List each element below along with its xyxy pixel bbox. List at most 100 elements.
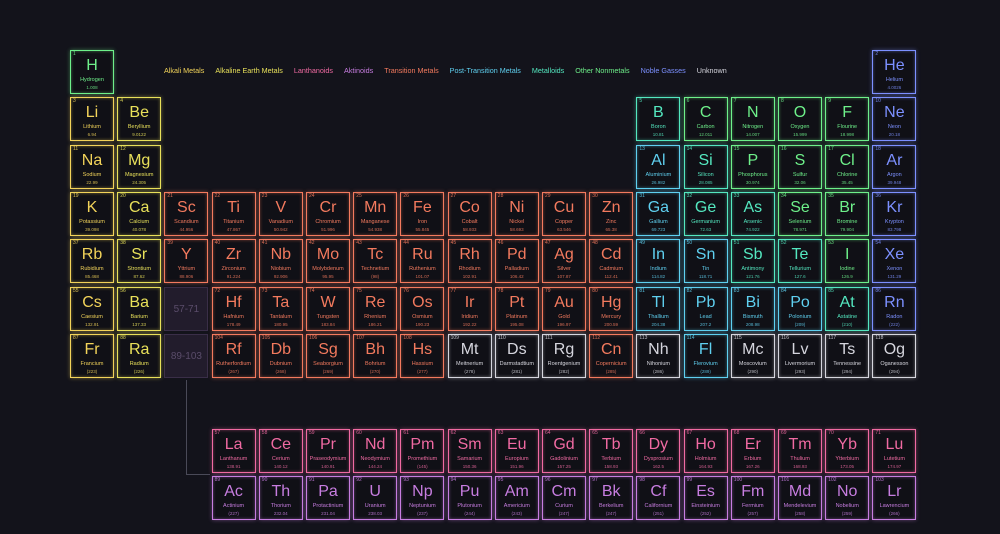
legend-post[interactable]: Post-Transition Metals [450, 66, 521, 80]
element-es[interactable]: 99 Es Einsteinium (252) [683, 475, 728, 520]
legend-unknown[interactable]: Unknown [697, 66, 727, 80]
element-ba[interactable]: 56 Ba Barium 137.33 [117, 286, 162, 331]
legend-alkaline[interactable]: Alkaline Earth Metals [215, 66, 283, 80]
element-ra[interactable]: 88 Ra Radium (226) [117, 333, 162, 378]
element-pr[interactable]: 59 Pr Praseodymium 140.91 [306, 428, 350, 473]
element-hs[interactable]: 108 Hs Hassium (277) [400, 333, 445, 378]
element-pt[interactable]: 78 Pt Platinum 195.08 [494, 286, 539, 331]
element-re[interactable]: 75 Re Rhenium 186.21 [353, 286, 398, 331]
element-pu[interactable]: 94 Pu Plutonium (244) [447, 475, 492, 520]
element-u[interactable]: 92 U Uranium 238.03 [353, 475, 398, 520]
element-am[interactable]: 95 Am Americium (243) [494, 475, 539, 520]
element-y[interactable]: 39 Y Yttrium 88.906 [164, 239, 209, 284]
element-ge[interactable]: 32 Ge Germanium 72.63 [683, 191, 728, 236]
element-cu[interactable]: 29 Cu Copper 63.546 [542, 191, 586, 236]
element-p[interactable]: 15 P Phosphorus 30.974 [730, 144, 775, 189]
element-cs[interactable]: 55 Cs Caesium 132.91 [70, 286, 114, 331]
element-br[interactable]: 35 Br Bromine 79.904 [825, 191, 870, 236]
element-in[interactable]: 49 In Indium 114.82 [636, 239, 681, 284]
element-rf[interactable]: 104 Rf Rutherfordium (267) [211, 333, 256, 378]
element-mt[interactable]: 109 Mt Meitnerium (278) [447, 333, 492, 378]
element-lu[interactable]: 71 Lu Lutetium 174.97 [872, 428, 917, 473]
element-se[interactable]: 34 Se Selenium 78.971 [778, 191, 822, 236]
element-pb[interactable]: 82 Pb Lead 207.2 [683, 286, 728, 331]
element-cd[interactable]: 48 Cd Cadmium 112.41 [589, 239, 634, 284]
element-la[interactable]: 57 La Lanthanum 138.91 [211, 428, 256, 473]
element-au[interactable]: 79 Au Gold 196.97 [542, 286, 586, 331]
legend-metalloid[interactable]: Metalloids [532, 66, 564, 80]
element-rg[interactable]: 111 Rg Roentgenium (282) [542, 333, 586, 378]
element-he[interactable]: 2 He Helium 4.0026 [872, 50, 917, 94]
legend-lanthanoid[interactable]: Lanthanoids [294, 66, 333, 80]
element-sm[interactable]: 62 Sm Samarium 150.36 [447, 428, 492, 473]
element-te[interactable]: 52 Te Tellurium 127.6 [778, 239, 822, 284]
legend-nonmetal[interactable]: Other Nonmetals [575, 66, 629, 80]
legend-noble[interactable]: Noble Gasses [641, 66, 686, 80]
element-dy[interactable]: 66 Dy Dysprosium 162.5 [636, 428, 681, 473]
element-nh[interactable]: 113 Nh Nihonium (286) [636, 333, 681, 378]
element-ho[interactable]: 67 Ho Holmium 164.93 [683, 428, 728, 473]
element-nd[interactable]: 60 Nd Neodymium 144.24 [353, 428, 398, 473]
element-rn[interactable]: 86 Rn Radon (222) [872, 286, 917, 331]
element-pm[interactable]: 61 Pm Promethium (145) [400, 428, 445, 473]
element-fm[interactable]: 100 Fm Fermium (257) [730, 475, 775, 520]
element-sn[interactable]: 50 Sn Tin 118.71 [683, 239, 728, 284]
element-ac[interactable]: 89 Ac Actinium (227) [211, 475, 256, 520]
element-li[interactable]: 3 Li Lithium 6.94 [70, 97, 114, 142]
element-ir[interactable]: 77 Ir Iridium 192.22 [447, 286, 492, 331]
element-ti[interactable]: 22 Ti Titanium 47.867 [211, 191, 256, 236]
element-w[interactable]: 74 W Tungsten 183.84 [306, 286, 350, 331]
element-lr[interactable]: 103 Lr Lawrencium (266) [872, 475, 917, 520]
element-cf[interactable]: 98 Cf Californium (251) [636, 475, 681, 520]
element-nb[interactable]: 41 Nb Niobium 92.906 [258, 239, 303, 284]
legend-alkali[interactable]: Alkali Metals [164, 66, 204, 80]
element-ca[interactable]: 20 Ca Calcium 40.078 [117, 191, 162, 236]
element-ce[interactable]: 58 Ce Cerium 140.12 [258, 428, 303, 473]
element-h[interactable]: 1 H Hydrogen 1.008 [70, 50, 114, 94]
element-fe[interactable]: 26 Fe Iron 55.845 [400, 191, 445, 236]
element-co[interactable]: 27 Co Cobalt 58.933 [447, 191, 492, 236]
element-o[interactable]: 8 O Oxygen 15.999 [778, 97, 822, 142]
element-ag[interactable]: 47 Ag Silver 107.87 [542, 239, 586, 284]
element-s[interactable]: 16 S Sulfur 32.06 [778, 144, 822, 189]
element-si[interactable]: 14 Si Silicon 28.085 [683, 144, 728, 189]
element-md[interactable]: 101 Md Mendelevium (258) [778, 475, 822, 520]
element-f[interactable]: 9 F Flourine 18.998 [825, 97, 870, 142]
element-hg[interactable]: 80 Hg Mercury 200.59 [589, 286, 634, 331]
element-db[interactable]: 105 Db Dubnium (268) [258, 333, 303, 378]
element-cl[interactable]: 17 Cl Chlorine 35.45 [825, 144, 870, 189]
element-bk[interactable]: 97 Bk Berkelium (247) [589, 475, 634, 520]
element-fr[interactable]: 87 Fr Francium (223) [70, 333, 114, 378]
element-mn[interactable]: 25 Mn Manganese 54.938 [353, 191, 398, 236]
element-al[interactable]: 13 Al Aluminium 26.982 [636, 144, 681, 189]
element-v[interactable]: 23 V Vanadium 50.942 [258, 191, 303, 236]
element-zn[interactable]: 30 Zn Zinc 65.38 [589, 191, 634, 236]
element-yb[interactable]: 70 Yb Ytterbium 173.05 [825, 428, 870, 473]
element-sb[interactable]: 51 Sb Antimony 121.76 [730, 239, 775, 284]
element-as[interactable]: 33 As Arsenic 74.922 [730, 191, 775, 236]
element-k[interactable]: 19 K Potassium 39.098 [70, 191, 114, 236]
element-ni[interactable]: 28 Ni Nickel 58.693 [494, 191, 539, 236]
element-rh[interactable]: 45 Rh Rhodium 102.91 [447, 239, 492, 284]
element-sc[interactable]: 21 Sc Scandium 44.956 [164, 191, 209, 236]
legend-transition[interactable]: Transition Metals [384, 66, 438, 80]
element-zr[interactable]: 40 Zr Zirconium 91.224 [211, 239, 256, 284]
element-be[interactable]: 4 Be Beryllium 9.0122 [117, 97, 162, 142]
element-no[interactable]: 102 No Nobelium (259) [825, 475, 870, 520]
element-ga[interactable]: 31 Ga Gallium 69.723 [636, 191, 681, 236]
element-sg[interactable]: 106 Sg Seaborgium (269) [306, 333, 350, 378]
element-ta[interactable]: 73 Ta Tantalum 180.95 [258, 286, 303, 331]
element-c[interactable]: 6 C Carbon 12.011 [683, 97, 728, 142]
element-mg[interactable]: 12 Mg Magnesium 24.305 [117, 144, 162, 189]
element-og[interactable]: 118 Og Oganesson (294) [872, 333, 917, 378]
element-lv[interactable]: 116 Lv Livermorium (293) [778, 333, 822, 378]
legend-actinoid[interactable]: Aktinoids [344, 66, 373, 80]
element-tc[interactable]: 43 Tc Technetium (98) [353, 239, 398, 284]
element-rb[interactable]: 37 Rb Rubidium 85.468 [70, 239, 114, 284]
element-at[interactable]: 85 At Astatine (210) [825, 286, 870, 331]
element-tl[interactable]: 81 Tl Thallium 204.38 [636, 286, 681, 331]
element-ne[interactable]: 10 Ne Neon 20.18 [872, 97, 917, 142]
element-er[interactable]: 68 Er Erbium 167.26 [730, 428, 775, 473]
element-b[interactable]: 5 B Boron 10.81 [636, 97, 681, 142]
element-os[interactable]: 76 Os Osmium 190.23 [400, 286, 445, 331]
